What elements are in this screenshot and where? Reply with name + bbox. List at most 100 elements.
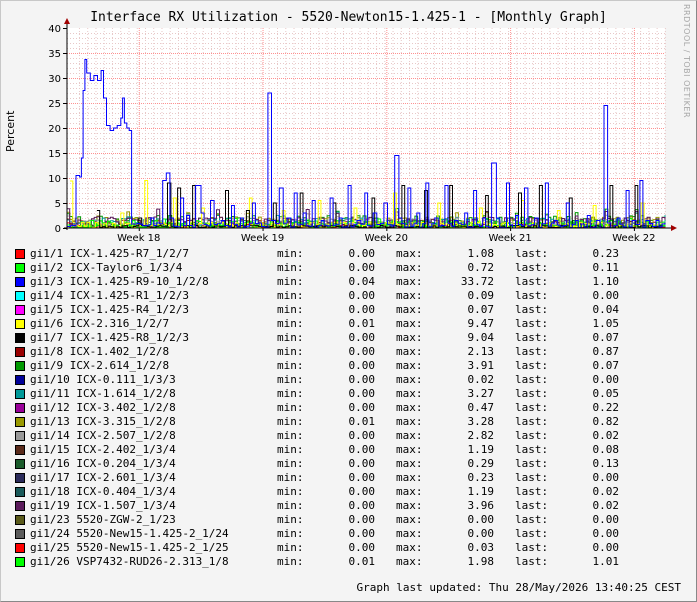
legend-last-label: last: [515,303,549,316]
legend-last-label: last: [515,289,549,302]
legend-last-label: last: [515,541,549,554]
legend-series-name: gi1/9 ICX-2.614_1/2/8 [30,359,170,372]
legend-last-label: last: [515,485,549,498]
legend-max-value: 0.07 [467,303,495,316]
y-tick-label: 35 [48,49,61,60]
legend-last-value: 0.05 [592,387,620,400]
legend-max-label: max: [396,247,423,260]
legend-swatch [15,389,25,399]
legend-max-value: 33.72 [460,275,494,288]
x-axis-arrow [671,225,677,231]
legend-last-value: 1.10 [592,275,620,288]
legend-series-name: gi1/24 5520-New15-1.425-2_1/24 [30,527,229,540]
legend-row: gi1/10 ICX-0.111_1/3/3 min: 0.00 max: 0.02 la… [15,373,695,387]
legend-series-name: gi1/4 ICX-1.425-R1_1/2/3 [30,289,189,302]
legend-row: gi1/7 ICX-1.425-R8_1/2/3 min: 0.00 max: 9.04… [15,331,695,345]
legend-min-label: min: [277,289,304,302]
legend-max-value: 9.47 [467,317,495,330]
legend-series-name: gi1/15 ICX-2.402_1/3/4 [30,443,176,456]
legend-max-value: 1.19 [467,443,495,456]
legend-max-value: 0.47 [467,401,495,414]
legend-series-name: gi1/13 ICX-3.315_1/2/8 [30,415,176,428]
legend-min-label: min: [277,387,304,400]
legend-min-value: 0.00 [348,541,376,554]
legend-max-label: max: [396,289,423,302]
legend-swatch [15,333,25,343]
legend-min-label: min: [277,485,304,498]
legend-last-value: 0.00 [592,289,620,302]
legend-min-label: min: [277,499,304,512]
legend-min-value: 0.00 [348,443,376,456]
legend-min-label: min: [277,429,304,442]
legend-series-name: gi1/14 ICX-2.507_1/2/8 [30,429,176,442]
y-tick-label: 20 [48,124,61,135]
legend-max-value: 0.23 [467,471,495,484]
legend-row: gi1/8 ICX-1.402_1/2/8 min: 0.00 max: 2.13 las… [15,345,695,359]
legend-min-value: 0.00 [348,303,376,316]
legend-min-label: min: [277,513,304,526]
y-tick-label: 15 [48,149,61,160]
legend-row: gi1/12 ICX-3.402_1/2/8 min: 0.00 max: 0.47 la… [15,401,695,415]
legend-row: gi1/9 ICX-2.614_1/2/8 min: 0.00 max: 3.91 las… [15,359,695,373]
legend-last-value: 0.23 [592,247,620,260]
legend-row: gi1/2 ICX-Taylor6_1/3/4 min: 0.00 max: 0.72 l… [15,261,695,275]
legend-last-value: 0.11 [592,261,620,274]
legend-series-name: gi1/10 ICX-0.111_1/3/3 [30,373,176,386]
y-tick-label: 5 [55,199,61,210]
legend-last-value: 1.05 [592,317,620,330]
legend-last-label: last: [515,401,549,414]
legend-last-value: 0.87 [592,345,620,358]
legend-last-label: last: [515,457,549,470]
legend-max-label: max: [396,527,423,540]
legend-swatch [15,487,25,497]
legend-row: gi1/1 ICX-1.425-R7_1/2/7 min: 0.00 max: 1.08… [15,247,695,261]
legend-swatch [15,515,25,525]
legend-last-value: 0.02 [592,429,620,442]
legend-min-value: 0.00 [348,359,376,372]
legend-min-label: min: [277,527,304,540]
legend-series-name: gi1/5 ICX-1.425-R4_1/2/3 [30,303,189,316]
legend-last-value: 0.08 [592,443,620,456]
legend-max-value: 1.08 [467,247,495,260]
legend-max-value: 9.04 [467,331,495,344]
legend-last-label: last: [515,275,549,288]
legend-min-value: 0.00 [348,401,376,414]
legend-min-label: min: [277,261,304,274]
legend-last-value: 0.02 [592,485,620,498]
legend-max-label: max: [396,275,423,288]
legend-max-value: 0.09 [467,289,495,302]
legend-last-value: 0.00 [592,373,620,386]
legend-min-label: min: [277,247,304,260]
legend-max-label: max: [396,261,423,274]
legend-max-value: 0.00 [467,513,495,526]
legend-max-label: max: [396,345,423,358]
legend-max-value: 1.98 [467,555,495,568]
legend-row: gi1/16 ICX-0.204_1/3/4 min: 0.00 max: 0.29 la… [15,457,695,471]
legend-series-name: gi1/16 ICX-0.204_1/3/4 [30,457,176,470]
legend-swatch [15,305,25,315]
legend-min-value: 0.00 [348,247,376,260]
last-updated-text: Graph last updated: Thu 28/May/2026 13:4… [356,581,681,594]
legend-row: gi1/19 ICX-1.507_1/3/4 min: 0.00 max: 3.96 la… [15,499,695,513]
legend-min-label: min: [277,359,304,372]
legend-max-label: max: [396,359,423,372]
legend-row: gi1/11 ICX-1.614_1/2/8 min: 0.00 max: 3.27 la… [15,387,695,401]
legend-last-label: last: [515,471,549,484]
legend-swatch [15,347,25,357]
legend-swatch [15,291,25,301]
legend-row: gi1/3 ICX-1.425-R9-10_1/2/8 min: 0.04 max: 3… [15,275,695,289]
legend-last-value: 0.00 [592,471,620,484]
legend-min-value: 0.00 [348,499,376,512]
legend-last-value: 0.00 [592,513,620,526]
legend-min-value: 0.00 [348,331,376,344]
legend-swatch [15,249,25,259]
legend-row: gi1/25 5520-New15-1.425-2_1/25 min: 0.00 ma… [15,541,695,555]
legend-min-label: min: [277,317,304,330]
legend-max-label: max: [396,373,423,386]
legend-series-name: gi1/12 ICX-3.402_1/2/8 [30,401,176,414]
legend-last-label: last: [515,527,549,540]
x-tick-labels: Week 18 Week 19 Week 20 Week 21 Week 22 [117,228,656,244]
legend-min-value: 0.00 [348,387,376,400]
legend-last-value: 0.07 [592,331,620,344]
legend-max-label: max: [396,471,423,484]
